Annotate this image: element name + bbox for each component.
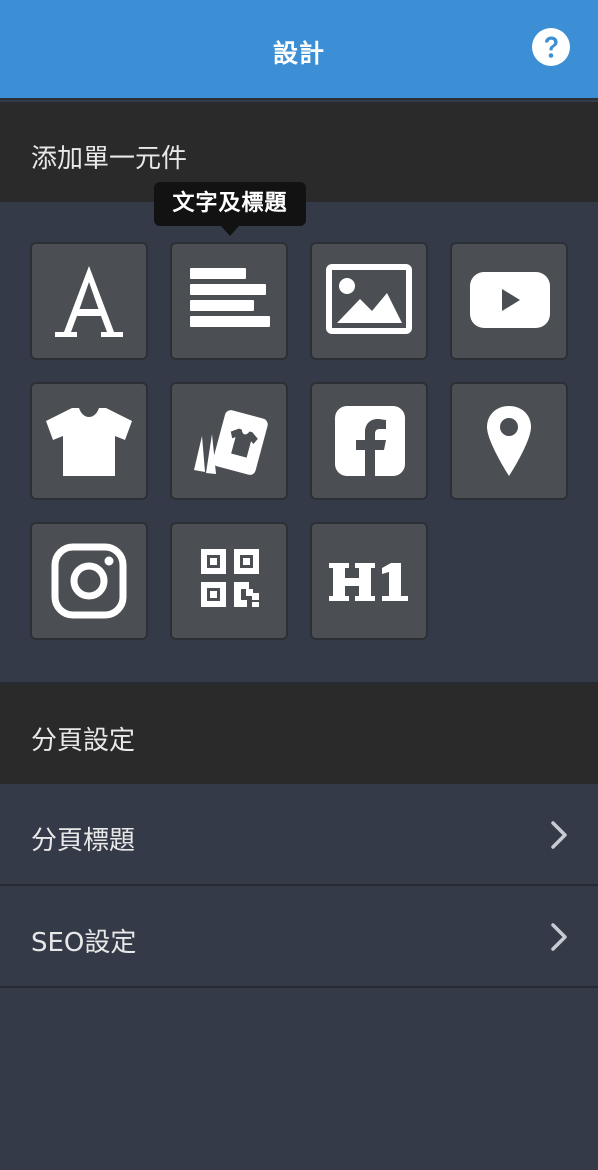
page-title-setting-row[interactable]: 分頁標題: [0, 784, 598, 884]
tshirt-icon: [46, 408, 132, 476]
tooltip-arrow: [221, 226, 239, 236]
widget-youtube[interactable]: [450, 242, 568, 360]
question-circle-icon: [532, 28, 570, 66]
row-label: SEO設定: [31, 928, 137, 958]
help-button[interactable]: [532, 28, 570, 66]
app-header: 設計: [0, 0, 598, 100]
widget-tooltip: 文字及標題: [154, 182, 306, 226]
row-label: 分頁標題: [31, 826, 136, 856]
widget-facebook[interactable]: [310, 382, 428, 500]
font-letter-a-icon: [55, 266, 123, 337]
widget-map[interactable]: [450, 382, 568, 500]
image-icon: [326, 264, 412, 334]
map-pin-icon: [487, 406, 531, 476]
chevron-right-icon: [551, 821, 567, 849]
qr-code-icon: [201, 549, 259, 607]
widget-font[interactable]: [30, 242, 148, 360]
widget-heading[interactable]: [310, 522, 428, 640]
facebook-icon: [335, 406, 405, 476]
page-title: 設計: [272, 39, 325, 68]
section-title: 分頁設定: [31, 726, 136, 756]
text-lines-icon: [190, 268, 270, 327]
instagram-icon: [51, 543, 127, 619]
widget-text[interactable]: [170, 242, 288, 360]
section-title: 添加單一元件: [31, 144, 188, 174]
widget-product[interactable]: [30, 382, 148, 500]
widget-product-gallery[interactable]: [170, 382, 288, 500]
widget-image[interactable]: [310, 242, 428, 360]
widget-qr-code[interactable]: [170, 522, 288, 640]
heading-h1-icon: [329, 563, 408, 601]
youtube-icon: [470, 272, 550, 328]
chevron-right-icon: [551, 923, 567, 951]
widget-grid: [0, 202, 598, 682]
product-cards-icon: [194, 410, 268, 475]
seo-setting-row[interactable]: SEO設定: [0, 886, 598, 986]
divider: [0, 986, 598, 988]
widget-instagram[interactable]: [30, 522, 148, 640]
page-settings-section-header: 分頁設定: [0, 684, 598, 784]
